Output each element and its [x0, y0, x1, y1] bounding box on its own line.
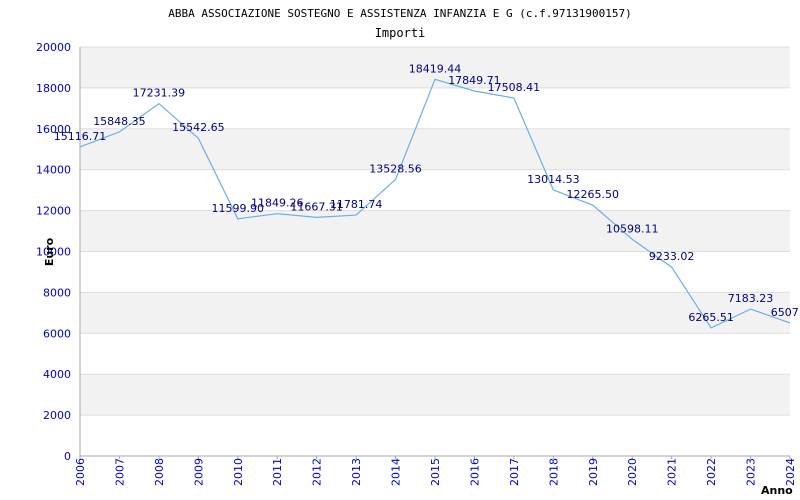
x-tick-label: 2024	[784, 458, 797, 486]
data-label: 13528.56	[369, 162, 422, 175]
y-axis-label: Euro	[43, 237, 56, 266]
data-label: 17508.41	[488, 81, 541, 94]
x-tick-label: 2006	[74, 458, 87, 486]
plot-band	[80, 374, 790, 416]
x-tick-label: 2013	[350, 458, 363, 486]
y-tick-label: 12000	[36, 205, 71, 218]
x-tick-label: 2018	[547, 458, 560, 486]
x-tick-label: 2008	[153, 458, 166, 486]
x-tick-label: 2016	[468, 458, 481, 486]
x-tick-label: 2020	[626, 458, 639, 486]
data-label: 15848.35	[93, 115, 146, 128]
x-tick-label: 2007	[113, 458, 126, 486]
x-axis-ticks: 2006 2007 2008 2009 2010 2011 2012 2013 2014 2015…	[74, 456, 797, 486]
x-tick-label: 2011	[271, 458, 284, 486]
y-tick-label: 20000	[36, 41, 71, 54]
y-tick-label: 0	[64, 450, 71, 463]
data-label: 10598.11	[606, 222, 659, 235]
x-tick-label: 2014	[390, 458, 403, 486]
line-chart: ABBA ASSOCIAZIONE SOSTEGNO E ASSISTENZA …	[36, 7, 800, 497]
x-tick-label: 2022	[705, 458, 718, 486]
x-tick-label: 2017	[508, 458, 521, 486]
x-tick-label: 2012	[311, 458, 324, 486]
data-label: 7183.23	[728, 292, 774, 305]
y-tick-label: 8000	[43, 286, 71, 299]
x-tick-label: 2023	[745, 458, 758, 486]
chart-subtitle: Importi	[375, 26, 426, 40]
x-tick-label: 2010	[232, 458, 245, 486]
plot-bands	[80, 47, 790, 416]
data-label: 6265.51	[688, 311, 734, 324]
data-label: 15116.71	[54, 130, 107, 143]
x-axis-label: Anno	[761, 484, 793, 497]
plot-band	[80, 292, 790, 334]
x-tick-label: 2019	[587, 458, 600, 486]
y-tick-label: 2000	[43, 409, 71, 422]
y-tick-label: 6000	[43, 327, 71, 340]
y-tick-label: 4000	[43, 368, 71, 381]
data-label: 6507.5	[771, 306, 800, 319]
plot-band	[80, 210, 790, 252]
data-label: 9233.02	[649, 250, 695, 263]
y-tick-label: 14000	[36, 164, 71, 177]
data-label: 11781.74	[330, 198, 383, 211]
data-label: 17231.39	[133, 87, 186, 100]
data-label: 13014.53	[527, 173, 580, 186]
chart-title: ABBA ASSOCIAZIONE SOSTEGNO E ASSISTENZA …	[168, 7, 632, 20]
x-tick-label: 2015	[429, 458, 442, 486]
series-polyline	[79, 78, 791, 329]
series-line	[79, 78, 791, 329]
x-tick-label: 2009	[192, 458, 205, 486]
data-label: 15542.65	[172, 121, 225, 134]
data-label: 12265.50	[567, 188, 620, 201]
y-tick-label: 18000	[36, 82, 71, 95]
x-tick-label: 2021	[666, 458, 679, 486]
plot-band	[80, 128, 790, 170]
